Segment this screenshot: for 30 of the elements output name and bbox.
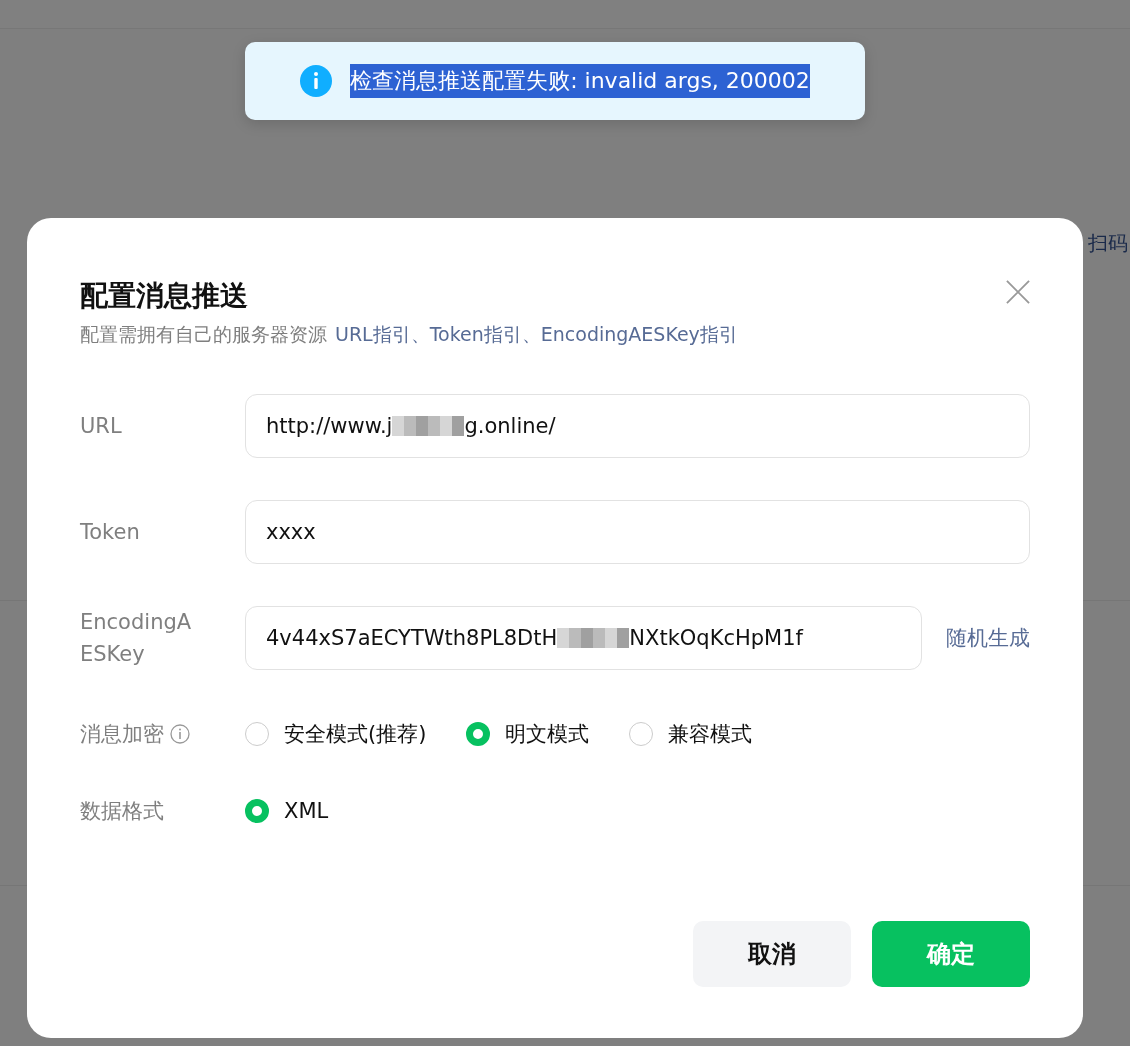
generate-link[interactable]: 随机生成 [946,624,1030,652]
close-icon[interactable] [1006,280,1030,304]
background-text: 扫码 [1088,230,1128,257]
cancel-button[interactable]: 取消 [693,921,851,987]
radio-button[interactable] [629,722,654,746]
input-field[interactable]: 4v44xS7aECYTWth8PL8DtH NXtkOqKcHpM1f [245,606,922,670]
guide-link[interactable]: URL指引 [335,323,411,345]
field-label: Token [80,519,141,546]
guide-link[interactable]: Token指引 [429,323,522,345]
toast-text: 检查消息推送配置失败: invalid args, 200002 [350,64,810,98]
radio-button[interactable] [466,722,491,746]
radio-option[interactable]: 安全模式(推荐) [245,720,427,748]
guide-link[interactable]: EncodingAESKey指引 [540,323,738,345]
input-field[interactable]: http://www.j g.online/ [245,394,1030,458]
field-label: 消息加密 [80,721,164,748]
separator: 、 [521,323,541,345]
radio-option[interactable]: 明文模式 [466,720,590,748]
dialog-subtitle: 配置需拥有自己的服务器资源 [80,323,327,345]
input-field[interactable]: xxxx [245,500,1030,564]
radio-button[interactable] [245,722,269,746]
radio-option[interactable]: 兼容模式 [629,720,753,748]
info-icon[interactable] [170,724,190,744]
field-label: EncodingAESKey [80,609,193,668]
field-label: 数据格式 [80,798,164,825]
field-label: URL [80,413,123,440]
dialog-title: 配置消息推送 [80,278,249,314]
separator: 、 [410,323,430,345]
radio-button[interactable] [245,799,269,823]
radio-option[interactable]: XML [245,799,329,823]
info-icon [300,65,333,97]
